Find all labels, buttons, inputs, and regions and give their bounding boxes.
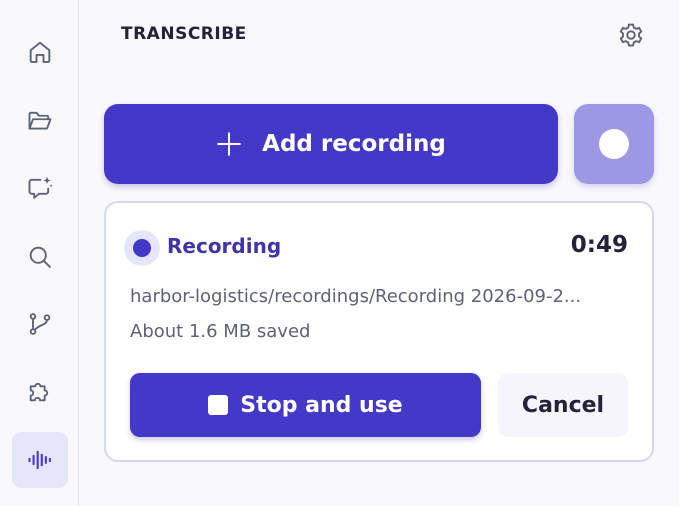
sidebar-item-home[interactable] [12, 24, 68, 80]
add-recording-button[interactable]: Add recording [104, 104, 558, 184]
home-icon [29, 41, 51, 63]
sidebar [0, 0, 79, 506]
page-title: TRANSCRIBE [121, 24, 247, 44]
cancel-button[interactable]: Cancel [498, 373, 628, 437]
sidebar-item-transcribe[interactable] [12, 432, 68, 488]
sidebar-item-ai-chat[interactable] [12, 160, 68, 216]
recording-dot-icon [133, 239, 151, 257]
stop-and-use-button[interactable]: Stop and use [130, 373, 481, 437]
recording-indicator [124, 230, 160, 266]
cancel-label: Cancel [521, 392, 605, 418]
gear-icon [619, 23, 643, 47]
waveform-icon [28, 450, 51, 470]
recording-status: Recording [167, 234, 282, 258]
stop-and-use-label: Stop and use [240, 392, 403, 418]
record-dot-icon [599, 129, 629, 159]
plus-icon [217, 132, 241, 156]
git-branch-icon [29, 313, 51, 335]
add-recording-label: Add recording [262, 131, 446, 157]
transcribe-app: TRANSCRIBE Add recording Recording 0:49 … [0, 0, 679, 506]
stop-icon [208, 395, 229, 415]
recording-file-path: harbor-logistics/recordings/Recording 20… [130, 286, 582, 307]
ai-chat-icon [28, 176, 53, 199]
sidebar-item-source-control[interactable] [12, 296, 68, 352]
settings-button[interactable] [614, 18, 648, 52]
recording-size-note: About 1.6 MB saved [130, 321, 311, 342]
folder-icon [28, 111, 52, 130]
puzzle-icon [29, 382, 49, 402]
recording-card: Recording 0:49 harbor-logistics/recordin… [104, 201, 654, 462]
sidebar-item-search[interactable] [12, 229, 68, 285]
search-icon [29, 246, 51, 268]
record-button[interactable] [574, 104, 654, 184]
recording-timer: 0:49 [570, 232, 628, 258]
sidebar-item-extensions[interactable] [12, 363, 68, 419]
sidebar-item-files[interactable] [12, 93, 68, 149]
